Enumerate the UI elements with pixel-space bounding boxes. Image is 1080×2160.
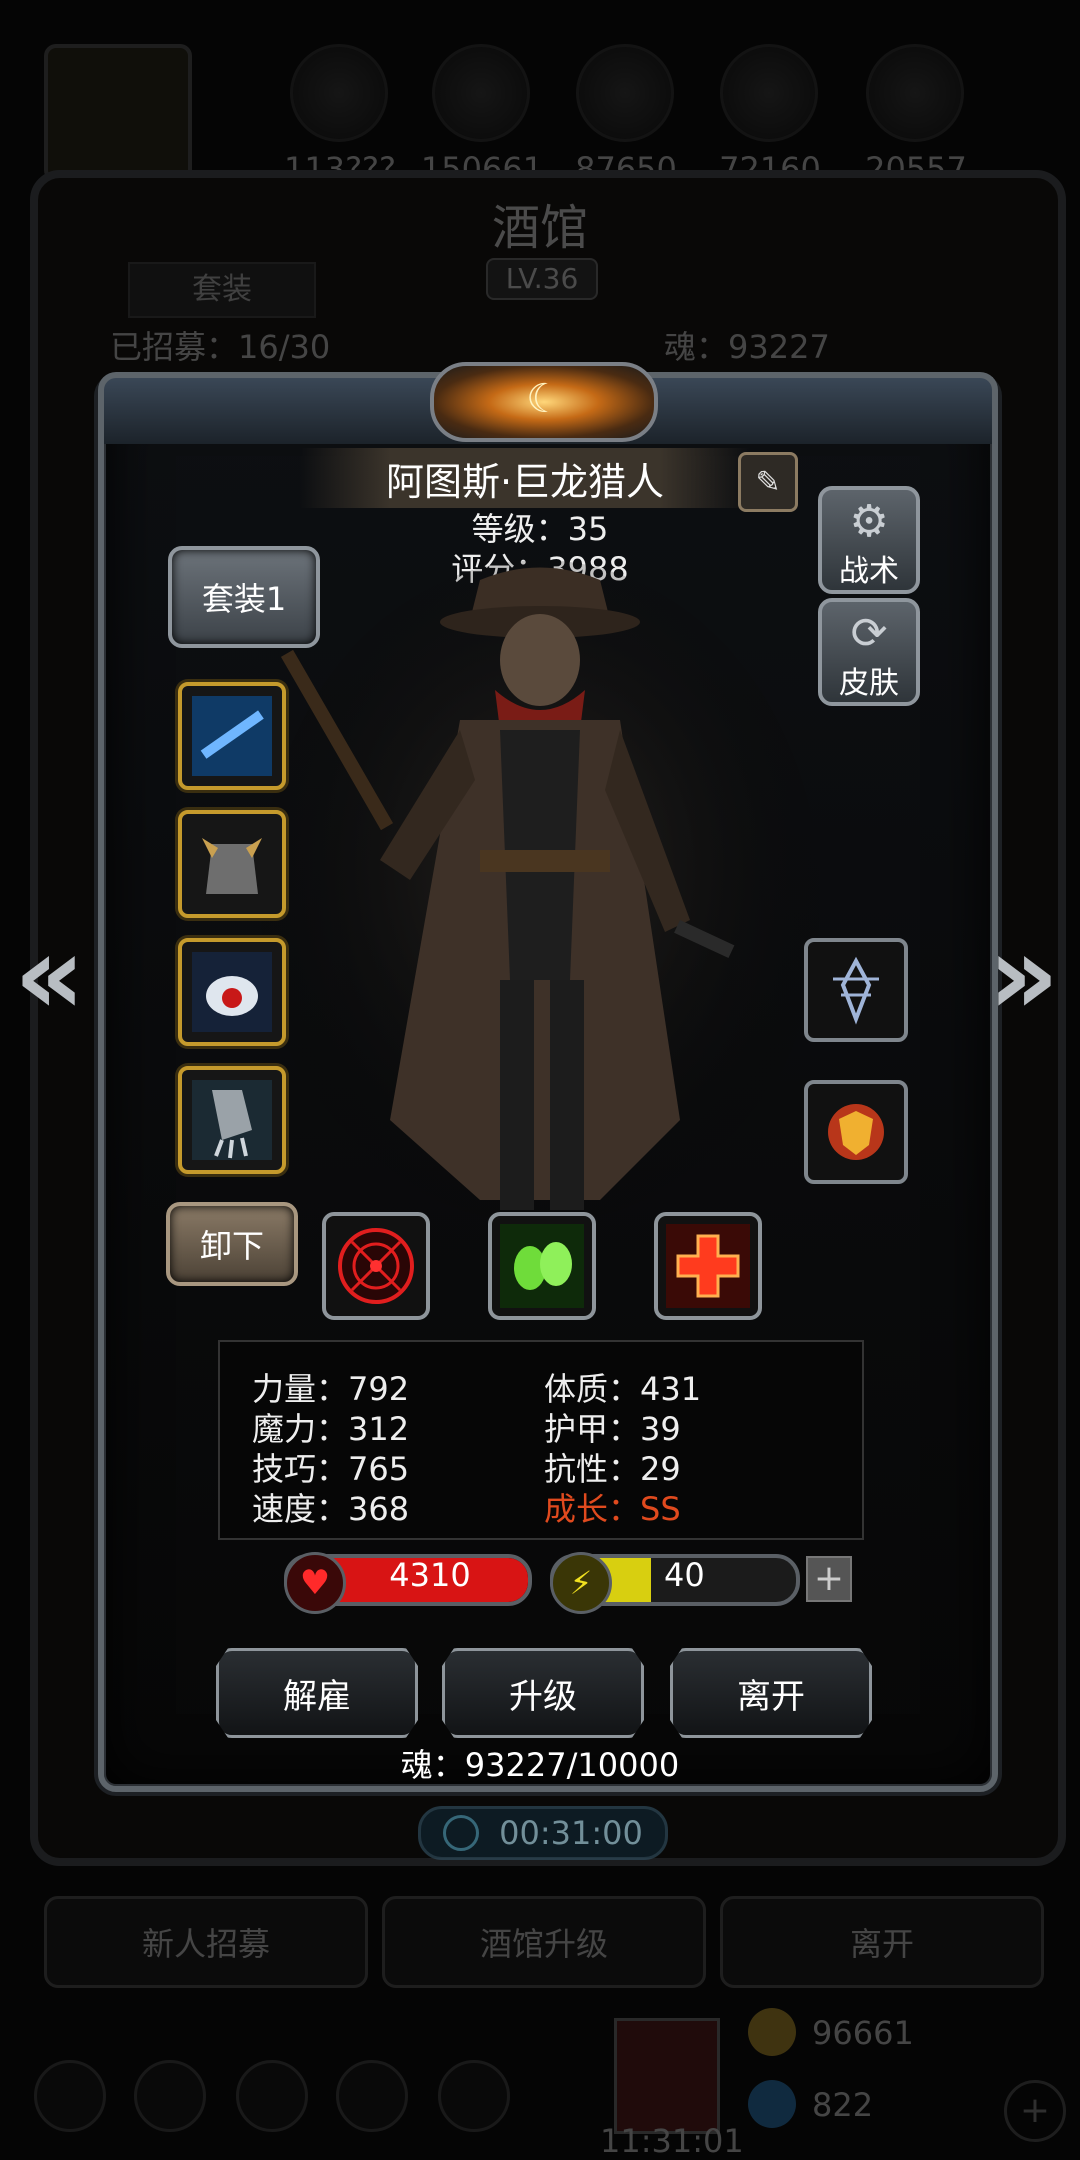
- stats-panel: 力量：792 魔力：312 技巧：765 速度：368 体质：431 护甲：39…: [218, 1340, 864, 1540]
- armor-icon: [202, 838, 262, 894]
- heart-icon: ♥: [284, 1552, 346, 1614]
- target-icon: [338, 1228, 414, 1304]
- add-icon[interactable]: +: [1004, 2080, 1066, 2142]
- soul-count: 魂：93227: [664, 328, 830, 366]
- gift-box-icon[interactable]: [614, 2018, 720, 2134]
- add-energy-button[interactable]: +: [806, 1556, 852, 1602]
- amulet-icon: [192, 952, 272, 1032]
- equip-slot-armor[interactable]: [178, 810, 286, 918]
- recruit-count: 已招募：16/30: [110, 328, 331, 366]
- equip-slot-weapon[interactable]: [178, 682, 286, 790]
- resource-icon: [290, 44, 388, 142]
- sigil-icon: [833, 956, 879, 1025]
- tavern-upgrade-button[interactable]: 酒馆升级: [382, 1896, 706, 1988]
- unequip-button[interactable]: 卸下: [166, 1202, 298, 1286]
- nav-icon[interactable]: [134, 2060, 206, 2132]
- hero-portrait: [260, 560, 820, 1240]
- recruit-button[interactable]: 新人招募: [44, 1896, 368, 1988]
- gem-icon: [748, 2080, 796, 2128]
- poison-skull-icon: [500, 1224, 584, 1308]
- skin-button[interactable]: ⟳ 皮肤: [818, 598, 920, 706]
- upgrade-button[interactable]: 升级: [442, 1648, 644, 1738]
- tactics-button[interactable]: ⚙ 战术: [818, 486, 920, 594]
- soul-progress: 魂：93227/10000: [400, 1746, 680, 1784]
- item-slot-1[interactable]: [804, 938, 908, 1042]
- resource-icon: [432, 44, 530, 142]
- rename-button[interactable]: ✎: [738, 452, 798, 512]
- clock: 11:31:01: [600, 2122, 744, 2160]
- timer-text: 00:31:00: [499, 1814, 643, 1852]
- previous-hero-arrow-icon[interactable]: «: [14, 920, 85, 1030]
- hero-name: 阿图斯·巨龙猎人: [300, 448, 750, 508]
- shirt-refresh-icon: ⟳: [850, 608, 888, 659]
- gem-count: 822: [812, 2086, 874, 2124]
- nav-icon[interactable]: [236, 2060, 308, 2132]
- gold-coin-icon: [748, 2008, 796, 2056]
- item-slot-2[interactable]: [804, 1080, 908, 1184]
- dismiss-button[interactable]: 解雇: [216, 1648, 418, 1738]
- resource-icon: [720, 44, 818, 142]
- rifle-icon: [192, 696, 272, 776]
- clock-icon: [443, 1815, 480, 1851]
- crescent-emblem-icon: ☾: [430, 362, 658, 442]
- gear-icon: ⚙: [849, 496, 889, 547]
- tactics-label: 战术: [839, 554, 899, 589]
- resource-icon: [866, 44, 964, 142]
- equip-slot-amulet[interactable]: [178, 938, 286, 1046]
- shield-emblem-icon: [828, 1104, 884, 1160]
- tavern-title: 酒馆: [491, 200, 588, 256]
- stat-speed: 速度：368: [252, 1490, 410, 1528]
- leave-button[interactable]: 离开: [670, 1648, 872, 1738]
- pencil-icon: ✎: [755, 464, 781, 500]
- heal-cross-icon: [666, 1224, 750, 1308]
- hp-value: 4310: [389, 1556, 471, 1594]
- skill-slot-1[interactable]: [322, 1212, 430, 1320]
- nav-icon[interactable]: [34, 2060, 106, 2132]
- claw-glove-icon: [192, 1080, 272, 1160]
- stat-growth: 成长：SS: [544, 1490, 681, 1528]
- tavern-timer: 00:31:00: [418, 1806, 668, 1860]
- resource-icon: [576, 44, 674, 142]
- energy-value: 40: [664, 1556, 705, 1594]
- set-tab[interactable]: 套装: [128, 262, 316, 318]
- equip-slot-gloves[interactable]: [178, 1066, 286, 1174]
- nav-icon[interactable]: [336, 2060, 408, 2132]
- tavern-level: LV.36: [486, 258, 598, 300]
- avatar[interactable]: [44, 44, 192, 182]
- skill-slot-3[interactable]: [654, 1212, 762, 1320]
- next-hero-arrow-icon[interactable]: »: [988, 920, 1059, 1030]
- gold-count: 96661: [812, 2014, 914, 2052]
- nav-icon[interactable]: [438, 2060, 510, 2132]
- leave-tavern-button[interactable]: 离开: [720, 1896, 1044, 1988]
- lightning-icon: ⚡: [550, 1552, 612, 1614]
- skill-slot-2[interactable]: [488, 1212, 596, 1320]
- skin-label: 皮肤: [839, 666, 899, 701]
